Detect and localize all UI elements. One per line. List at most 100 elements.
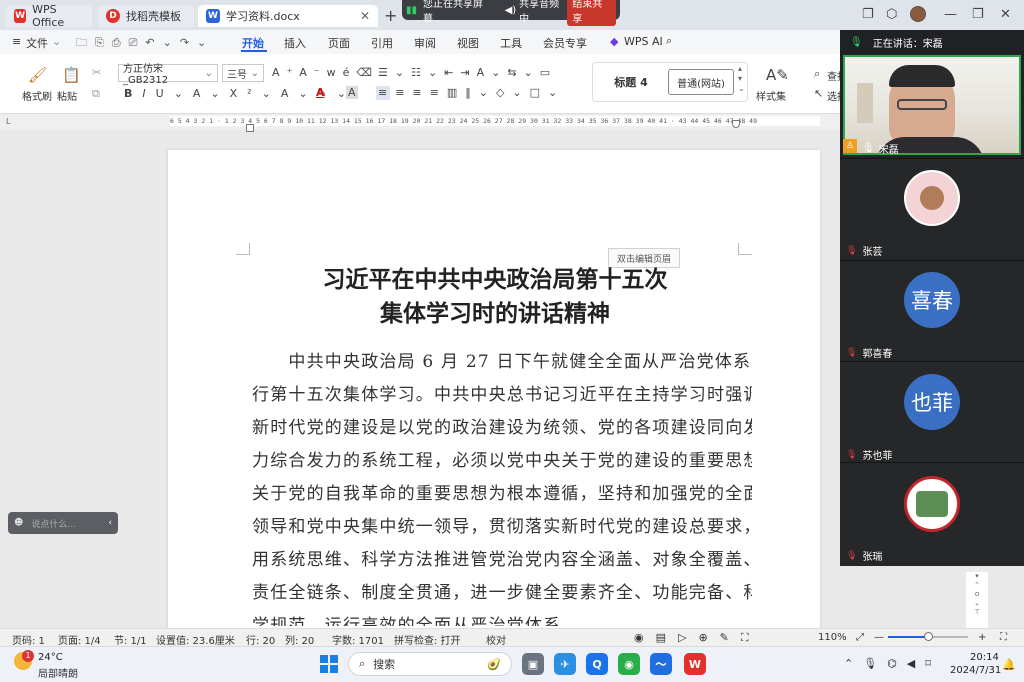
ruler-scale[interactable]: 6 5 4 3 2 1 · 1 2 3 4 5 6 7 8 9 10 11 12… (170, 116, 820, 126)
zoom-level[interactable]: 110% (818, 632, 847, 643)
find-label[interactable]: 查找 (827, 68, 840, 83)
style-heading-4[interactable]: 标题 4 (600, 69, 662, 95)
status-words[interactable]: 字数: 1701 (332, 632, 384, 647)
tab-document[interactable]: W 学习资料.docx ✕ (198, 5, 378, 27)
menu-insert[interactable]: 插入 (284, 35, 306, 51)
menu-reference[interactable]: 引用 (371, 35, 393, 51)
quick-access-icons[interactable]: 🗀⎘⎙⎚↶⌄↷⌄ (76, 34, 214, 53)
clock-date[interactable]: 2024/7/31 (950, 665, 1001, 676)
search-icon[interactable]: ⌕ (666, 34, 672, 48)
weather-desc[interactable]: 局部晴朗 (38, 665, 78, 680)
emoji-icon[interactable]: ☻ (14, 518, 23, 528)
new-tab-button[interactable]: + (384, 6, 397, 25)
tray-icons[interactable]: ⌃🎙⌬◀⌑ (844, 657, 941, 670)
collapse-icon[interactable]: ‹ (108, 518, 112, 528)
close-window-icon[interactable]: ✕ (1000, 7, 1011, 22)
speaking-name: 宋磊 (922, 38, 943, 50)
format-painter-icon[interactable]: 🖌 (28, 66, 47, 84)
indent-marker[interactable] (246, 124, 254, 132)
status-row[interactable]: 行: 20 (246, 632, 275, 647)
zoom-out-icon[interactable]: ⤢ (856, 632, 864, 643)
menu-file[interactable]: 文件 (26, 35, 48, 51)
user-avatar[interactable] (910, 6, 926, 22)
status-col[interactable]: 列: 20 (285, 632, 314, 647)
status-setting[interactable]: 设置值: 23.6厘米 (156, 632, 235, 647)
style-set-icon[interactable]: A✎ (766, 66, 789, 84)
copy-icon[interactable]: ⧉ (92, 87, 100, 101)
font-size-select[interactable]: 三号 ⌄ (222, 64, 264, 82)
find-icon[interactable]: ⌕ (814, 67, 820, 81)
browser-icon[interactable]: Q (586, 653, 608, 675)
document-body[interactable]: 中共中央政治局 6 月 27 日下午就健全全面从严治党体系进 行第十五次集体学习… (252, 346, 752, 626)
page-corner-mark (236, 243, 250, 255)
status-pages[interactable]: 页面: 1/4 (58, 632, 101, 647)
restore-icon[interactable]: ❐ (972, 7, 984, 22)
font-tools-icons[interactable]: A⁺A⁻wé⌫ (272, 66, 379, 79)
face-photo (920, 186, 944, 210)
menu-review[interactable]: 审阅 (414, 35, 436, 51)
menu-start[interactable]: 开始 (242, 35, 264, 51)
style-set-label[interactable]: 样式集 (756, 88, 786, 103)
body-line: 学规范、运行高效的全面从严治党体系。 (252, 616, 580, 626)
menu-tools[interactable]: 工具 (500, 35, 522, 51)
view-mode-icons[interactable]: ◉▤▷⊕✎⛶ (634, 631, 761, 645)
tencent-meeting-icon[interactable]: 〜 (650, 653, 672, 675)
status-spell[interactable]: 拼写检查: 打开 (394, 632, 461, 647)
tab-stop-icon[interactable]: L (6, 117, 10, 126)
cube-icon[interactable]: ⬡ (886, 7, 897, 22)
status-page-no[interactable]: 页码: 1 (12, 632, 45, 647)
hamburger-icon[interactable]: ≡ (12, 35, 21, 48)
windows-start-icon[interactable] (320, 655, 338, 673)
feishu-icon[interactable]: ✈ (554, 653, 576, 675)
wechat-icon[interactable]: ◉ (618, 653, 640, 675)
chat-input[interactable]: 说点什么... (31, 517, 76, 530)
cut-icon[interactable]: ✂ (92, 66, 101, 79)
menu-member[interactable]: 会员专享 (543, 35, 587, 51)
mic-muted-icon: 🎙 (846, 550, 858, 561)
window-icon[interactable]: ❐ (862, 7, 874, 22)
char-shading-icon[interactable]: A (346, 86, 358, 99)
zoom-slider-handle[interactable] (924, 632, 933, 641)
page-nav-icons[interactable]: ▾ ⌃ o ⌄ ⊤ (966, 572, 988, 628)
font-name-select[interactable]: 方正仿宋_GB2312 ⌄ (118, 64, 218, 86)
wps-taskbar-icon[interactable]: W (684, 653, 706, 675)
participant-video[interactable] (843, 55, 1021, 155)
menu-view[interactable]: 视图 (457, 35, 479, 51)
tab-label: WPS Office (32, 3, 65, 29)
status-proof[interactable]: 校对 (486, 632, 506, 647)
select-label[interactable]: 选择 (827, 88, 840, 103)
tab-wps-office[interactable]: W WPS Office (6, 3, 92, 29)
share-audio[interactable]: 共享音频中 (519, 0, 567, 25)
status-section[interactable]: 节: 1/1 (114, 632, 147, 647)
fullscreen-icon[interactable]: ⛶ (1000, 632, 1007, 643)
paste-label[interactable]: 粘贴 (57, 88, 77, 103)
notification-bell-icon[interactable]: 🔔 (1002, 658, 1016, 671)
screen-share-bar: ▮▮ 您正在共享屏幕 ◀) 共享音频中 结束共享 (402, 0, 620, 26)
zoom-in-icon[interactable]: + (978, 632, 986, 643)
select-icon[interactable]: ↖ (814, 87, 823, 100)
paste-icon[interactable]: 📋 (62, 66, 81, 84)
task-view-icon[interactable]: ▣ (522, 653, 544, 675)
close-tab-icon[interactable]: ✕ (360, 9, 370, 23)
clock-time[interactable]: 20:14 (970, 652, 999, 663)
menu-page[interactable]: 页面 (328, 35, 350, 51)
weather-temp[interactable]: 24°C (38, 652, 63, 663)
chevron-down-icon[interactable]: ⌄ (52, 35, 61, 48)
font-color-icon[interactable]: A (316, 86, 325, 99)
right-indent-marker[interactable] (732, 120, 740, 128)
tab-template[interactable]: D 找稻壳模板 (98, 5, 194, 27)
list-tools-icons[interactable]: ☰⌄☷⌄⇤⇥A⌄⇆⌄▭ (378, 66, 557, 79)
zoom-minus-icon[interactable]: — (874, 632, 884, 643)
search-label: 搜索 (373, 658, 396, 671)
minimize-icon[interactable]: — (944, 7, 957, 22)
format-painter-label[interactable]: 格式刷 (22, 88, 52, 103)
participant-name: 🎙 宋磊 (862, 141, 899, 156)
menu-wps-ai[interactable]: WPS AI (624, 35, 663, 48)
chat-helper[interactable]: ☻ 说点什么... ‹ (8, 512, 118, 534)
body-line: 行第十五次集体学习。中共中央总书记习近平在主持学习时强调， (252, 385, 752, 405)
end-share-button[interactable]: 结束共享 (567, 0, 616, 26)
style-normal-web[interactable]: 普通(网站) (668, 69, 734, 95)
paragraph-tools-icons[interactable]: ≡≡≡≡▥‖⌄◇⌄□⌄ (378, 86, 565, 99)
style-scroll-icons[interactable]: ▴ ▾ ⌄ (738, 64, 745, 94)
taskbar-search[interactable]: ⌕ 搜索 🥑 (348, 652, 512, 676)
